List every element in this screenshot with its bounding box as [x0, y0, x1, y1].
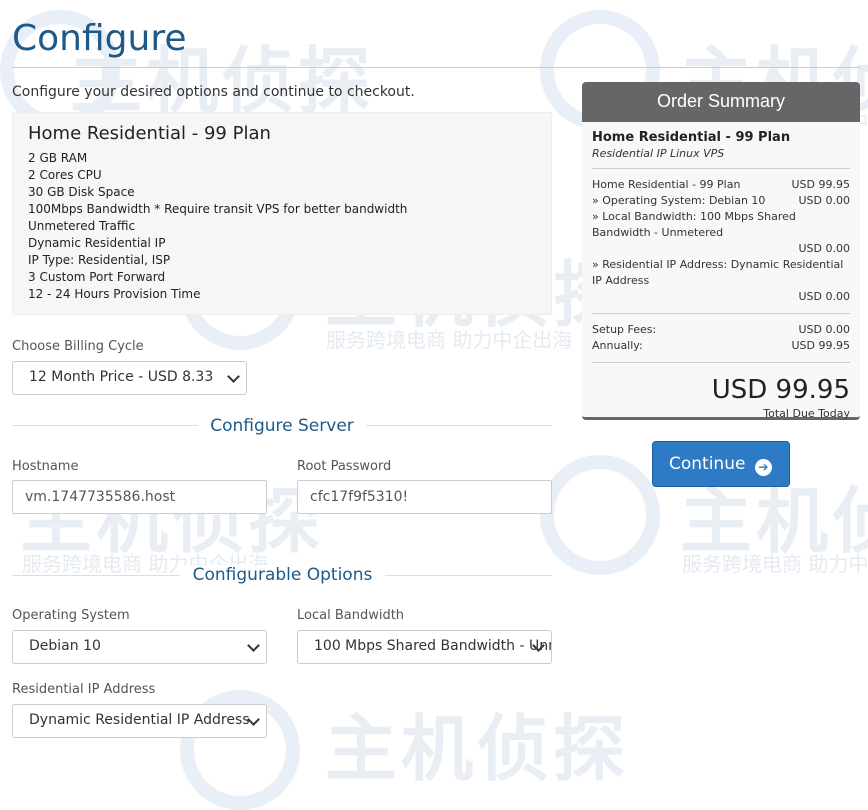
product-feature: 2 Cores CPU	[28, 168, 102, 182]
summary-line-item: Home Residential - 99 Plan USD 99.95	[592, 177, 850, 193]
residential-ip-select[interactable]: Dynamic Residential IP Address	[12, 704, 267, 738]
configure-server-heading: Configure Server	[198, 416, 366, 436]
summary-line-label: » Residential IP Address: Dynamic Reside…	[592, 258, 844, 287]
billing-cycle-select[interactable]: 12 Month Price - USD 8.33	[12, 361, 247, 395]
root-password-label: Root Password	[297, 459, 392, 474]
setup-fees-row: Setup Fees: USD 0.00	[592, 322, 850, 338]
page-title: Configure	[12, 18, 187, 59]
summary-divider	[592, 313, 850, 314]
operating-system-value: Debian 10	[29, 638, 101, 654]
residential-ip-value: Dynamic Residential IP Address	[29, 712, 250, 728]
summary-line-label: » Operating System: Debian 10	[592, 194, 766, 207]
total-due-amount: USD 99.95	[711, 375, 850, 405]
summary-line-price: USD 0.00	[798, 194, 851, 207]
annually-label: Annually:	[592, 339, 643, 352]
page-subtitle: Configure your desired options and conti…	[12, 84, 415, 100]
product-feature: 30 GB Disk Space	[28, 185, 135, 199]
operating-system-label: Operating System	[12, 608, 130, 623]
root-password-input[interactable]: cfc17f9f5310!	[297, 480, 552, 514]
summary-line-label: » Local Bandwidth: 100 Mbps Shared Bandw…	[592, 210, 796, 239]
hostname-input[interactable]: vm.1747735586.host	[12, 480, 267, 514]
summary-line-price: USD 0.00	[798, 290, 851, 303]
local-bandwidth-value: 100 Mbps Shared Bandwidth - Unmetered	[314, 638, 551, 654]
product-feature: Unmetered Traffic	[28, 219, 136, 233]
continue-button-label: Continue	[669, 454, 746, 474]
product-feature: IP Type: Residential, ISP	[28, 253, 171, 267]
product-feature: 12 - 24 Hours Provision Time	[28, 287, 201, 301]
product-name: Home Residential - 99 Plan	[28, 123, 271, 144]
summary-line-item: » Residential IP Address: Dynamic Reside…	[592, 257, 850, 305]
billing-cycle-label: Choose Billing Cycle	[12, 339, 144, 354]
setup-fees-value: USD 0.00	[798, 323, 851, 336]
product-feature: Dynamic Residential IP	[28, 236, 166, 250]
local-bandwidth-label: Local Bandwidth	[297, 608, 405, 623]
summary-line-price: USD 99.95	[791, 178, 851, 191]
product-feature: 100Mbps Bandwidth * Require transit VPS …	[28, 202, 408, 216]
setup-fees-label: Setup Fees:	[592, 323, 657, 336]
order-summary-heading: Order Summary	[582, 82, 860, 122]
summary-product-name: Home Residential - 99 Plan	[592, 130, 791, 145]
product-feature: 2 GB RAM	[28, 151, 88, 165]
continue-button[interactable]: Continue ➔	[652, 441, 790, 487]
billing-cycle-value: 12 Month Price - USD 8.33	[29, 369, 214, 385]
summary-divider	[592, 168, 850, 169]
summary-divider	[592, 362, 850, 363]
summary-line-price: USD 0.00	[798, 242, 851, 255]
total-due-label: Total Due Today	[763, 407, 850, 420]
operating-system-select[interactable]: Debian 10	[12, 630, 267, 664]
summary-line-item: » Operating System: Debian 10 USD 0.00	[592, 193, 850, 209]
chevron-down-icon	[227, 370, 240, 383]
arrow-circle-right-icon: ➔	[754, 459, 772, 476]
chevron-down-icon	[247, 639, 260, 652]
product-info-panel: Home Residential - 99 Plan 2 GB RAM 2 Co…	[12, 112, 552, 315]
order-summary-panel: Order Summary Home Residential - 99 Plan…	[582, 82, 860, 420]
title-divider	[12, 67, 860, 68]
summary-product-group: Residential IP Linux VPS	[592, 147, 725, 160]
residential-ip-label: Residential IP Address	[12, 682, 156, 697]
summary-line-item: » Local Bandwidth: 100 Mbps Shared Bandw…	[592, 209, 850, 257]
annually-row: Annually: USD 99.95	[592, 338, 850, 354]
configurable-options-heading: Configurable Options	[180, 565, 385, 585]
hostname-label: Hostname	[12, 459, 79, 474]
local-bandwidth-select[interactable]: 100 Mbps Shared Bandwidth - Unmetered	[297, 630, 552, 664]
summary-line-label: Home Residential - 99 Plan	[592, 178, 741, 191]
product-feature: 3 Custom Port Forward	[28, 270, 166, 284]
annually-value: USD 99.95	[791, 339, 851, 352]
